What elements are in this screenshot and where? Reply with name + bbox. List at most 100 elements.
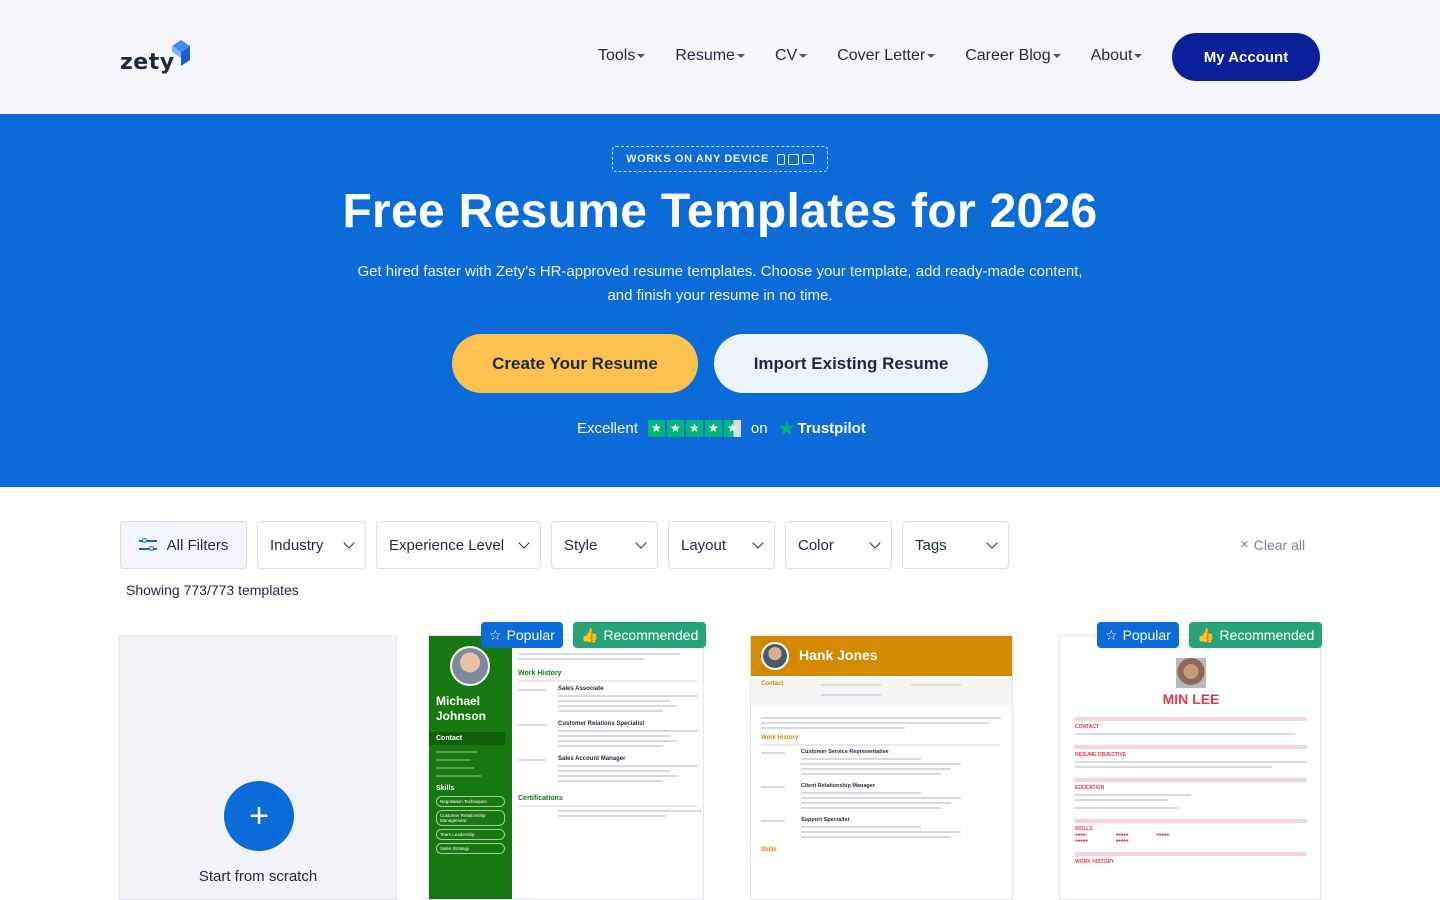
results-count: Showing 773/773 templates [126, 582, 299, 598]
resume-contact-band: Contact [751, 676, 1012, 706]
filter-tags[interactable]: Tags [902, 521, 1009, 569]
resume-main: Work History Sales Associate Customer Re… [518, 650, 702, 820]
resume-contact-heading: Contact [429, 732, 505, 745]
nav-about[interactable]: About [1083, 44, 1151, 68]
trustpilot-label: Trustpilot [797, 419, 866, 437]
chevron-down-icon [518, 537, 530, 549]
add-button[interactable]: + [224, 781, 294, 851]
caret-down-icon [927, 54, 936, 58]
nav-career-blog[interactable]: Career Blog [957, 44, 1068, 68]
nav-cover-letter[interactable]: Cover Letter [829, 44, 943, 68]
resume-photo [1176, 658, 1206, 688]
resume-job-title: Support Specialist [801, 817, 850, 823]
chevron-down-icon [343, 537, 355, 549]
filter-label: Layout [681, 536, 727, 554]
import-resume-button[interactable]: Import Existing Resume [714, 334, 988, 393]
popular-badge: ☆ Popular [481, 622, 563, 648]
half-star-icon: ★ [723, 419, 741, 437]
nav-label: Tools [598, 47, 636, 64]
badge-label: Recommended [1219, 627, 1315, 643]
hero-section: WORKS ON ANY DEVICE Free Resume Template… [0, 114, 1440, 487]
caret-down-icon [799, 54, 808, 58]
resume-section-heading: Work History [761, 735, 799, 741]
trustpilot-logo: ★ Trustpilot [778, 416, 866, 441]
clear-all-label: Clear all [1253, 536, 1306, 553]
main-nav: Tools Resume CV Cover Letter Career Blog… [590, 44, 1164, 68]
resume-section-heading: Certifications [518, 795, 563, 802]
resume-skill: Negotiation Techniques [436, 796, 505, 807]
subtitle-line: and finish your resume in no time. [607, 287, 833, 304]
start-from-scratch-label: Start from scratch [198, 868, 318, 885]
resume-main: CONTACT RESUME OBJECTIVE EDUCATION SKILL… [1075, 714, 1307, 865]
page-title: Free Resume Templates for 2026 [342, 185, 1098, 238]
trustpilot-rating[interactable]: Excellent ★ ★ ★ ★ ★ on ★ Trustpilot [577, 416, 866, 440]
caret-down-icon [1052, 54, 1061, 58]
rating-label: Excellent [577, 419, 638, 437]
recommended-badge: 👍 Recommended [1189, 622, 1323, 648]
caret-down-icon [637, 54, 646, 58]
star-outline-icon: ☆ [1105, 626, 1118, 643]
nav-label: CV [774, 47, 798, 64]
nav-cv[interactable]: CV [767, 44, 815, 68]
resume-job-title: Client Relationship Manager [801, 783, 875, 789]
desktop-icon [801, 154, 814, 164]
nav-label: Cover Letter [837, 47, 926, 64]
resume-main: Work History Customer Service Representa… [761, 714, 1001, 853]
resume-sidebar: Michael Johnson Contact Skills Negotiati… [429, 636, 512, 899]
resume-skill: Team Leadership [436, 829, 505, 840]
popular-badge: ☆ Popular [1097, 622, 1179, 648]
rating-stars: ★ ★ ★ ★ ★ [647, 419, 741, 437]
template-card-michael-johnson[interactable]: Michael Johnson Contact Skills Negotiati… [428, 635, 704, 900]
all-filters-button[interactable]: All Filters [120, 521, 247, 569]
filter-label: Style [564, 536, 598, 554]
resume-skill: Customer Relationship Management [436, 810, 505, 826]
filter-experience-level[interactable]: Experience Level [376, 521, 541, 569]
filter-color[interactable]: Color [785, 521, 892, 569]
trustpilot-star-icon: ★ [777, 417, 796, 440]
resume-section-heading: Skills [761, 847, 777, 853]
nav-resume[interactable]: Resume [667, 44, 753, 68]
resume-section-heading: Work History [518, 670, 562, 677]
create-resume-button[interactable]: Create Your Resume [452, 334, 698, 393]
my-account-button[interactable]: My Account [1172, 33, 1320, 81]
thumbs-up-icon: 👍 [1197, 626, 1215, 643]
sliders-icon [138, 537, 157, 552]
nav-label: Career Blog [965, 47, 1051, 64]
filter-layout[interactable]: Layout [668, 521, 775, 569]
nav-label: About [1090, 47, 1133, 64]
resume-skills-heading: Skills [436, 785, 455, 792]
resume-skill: Sales Strategy [436, 843, 505, 854]
caret-down-icon [1134, 54, 1143, 58]
clear-all-button[interactable]: × Clear all [1240, 536, 1305, 553]
filter-style[interactable]: Style [551, 521, 658, 569]
logo-cube-icon [172, 40, 190, 66]
template-card-min-lee[interactable]: MIN LEE CONTACT RESUME OBJECTIVE EDUCATI… [1059, 635, 1321, 900]
chevron-down-icon [752, 537, 764, 549]
all-filters-label: All Filters [166, 536, 229, 554]
template-card-hank-jones[interactable]: Hank Jones Contact Work History Customer… [750, 635, 1013, 900]
badge-label: Popular [506, 627, 555, 643]
device-icons [776, 153, 814, 165]
hero-subtitle: Get hired faster with Zety’s HR-approved… [320, 260, 1120, 308]
badge-label: Recommended [603, 627, 699, 643]
recommended-badge: 👍 Recommended [573, 622, 707, 648]
filter-industry[interactable]: Industry [257, 521, 366, 569]
badge-label: Popular [1122, 627, 1171, 643]
device-badge: WORKS ON ANY DEVICE [612, 146, 828, 172]
filter-bar: All Filters Industry Experience Level St… [120, 521, 1009, 569]
zety-logo[interactable]: zety [120, 40, 190, 74]
nav-tools[interactable]: Tools [590, 44, 653, 68]
star-icon: ★ [685, 419, 703, 437]
star-outline-icon: ☆ [489, 626, 502, 643]
rating-on: on [750, 419, 768, 437]
filter-label: Tags [915, 536, 947, 554]
start-from-scratch-card[interactable]: + Start from scratch [119, 635, 397, 900]
resume-photo [450, 646, 490, 686]
resume-name: MIN LEE [1162, 691, 1220, 707]
device-badge-label: WORKS ON ANY DEVICE [626, 153, 769, 165]
resume-section-heading: CONTACT [1075, 724, 1100, 730]
filter-label: Experience Level [389, 536, 505, 554]
resume-last-name: Johnson [436, 709, 486, 723]
resume-name: Hank Jones [799, 647, 878, 663]
resume-section-heading: RESUME OBJECTIVE [1075, 752, 1127, 758]
